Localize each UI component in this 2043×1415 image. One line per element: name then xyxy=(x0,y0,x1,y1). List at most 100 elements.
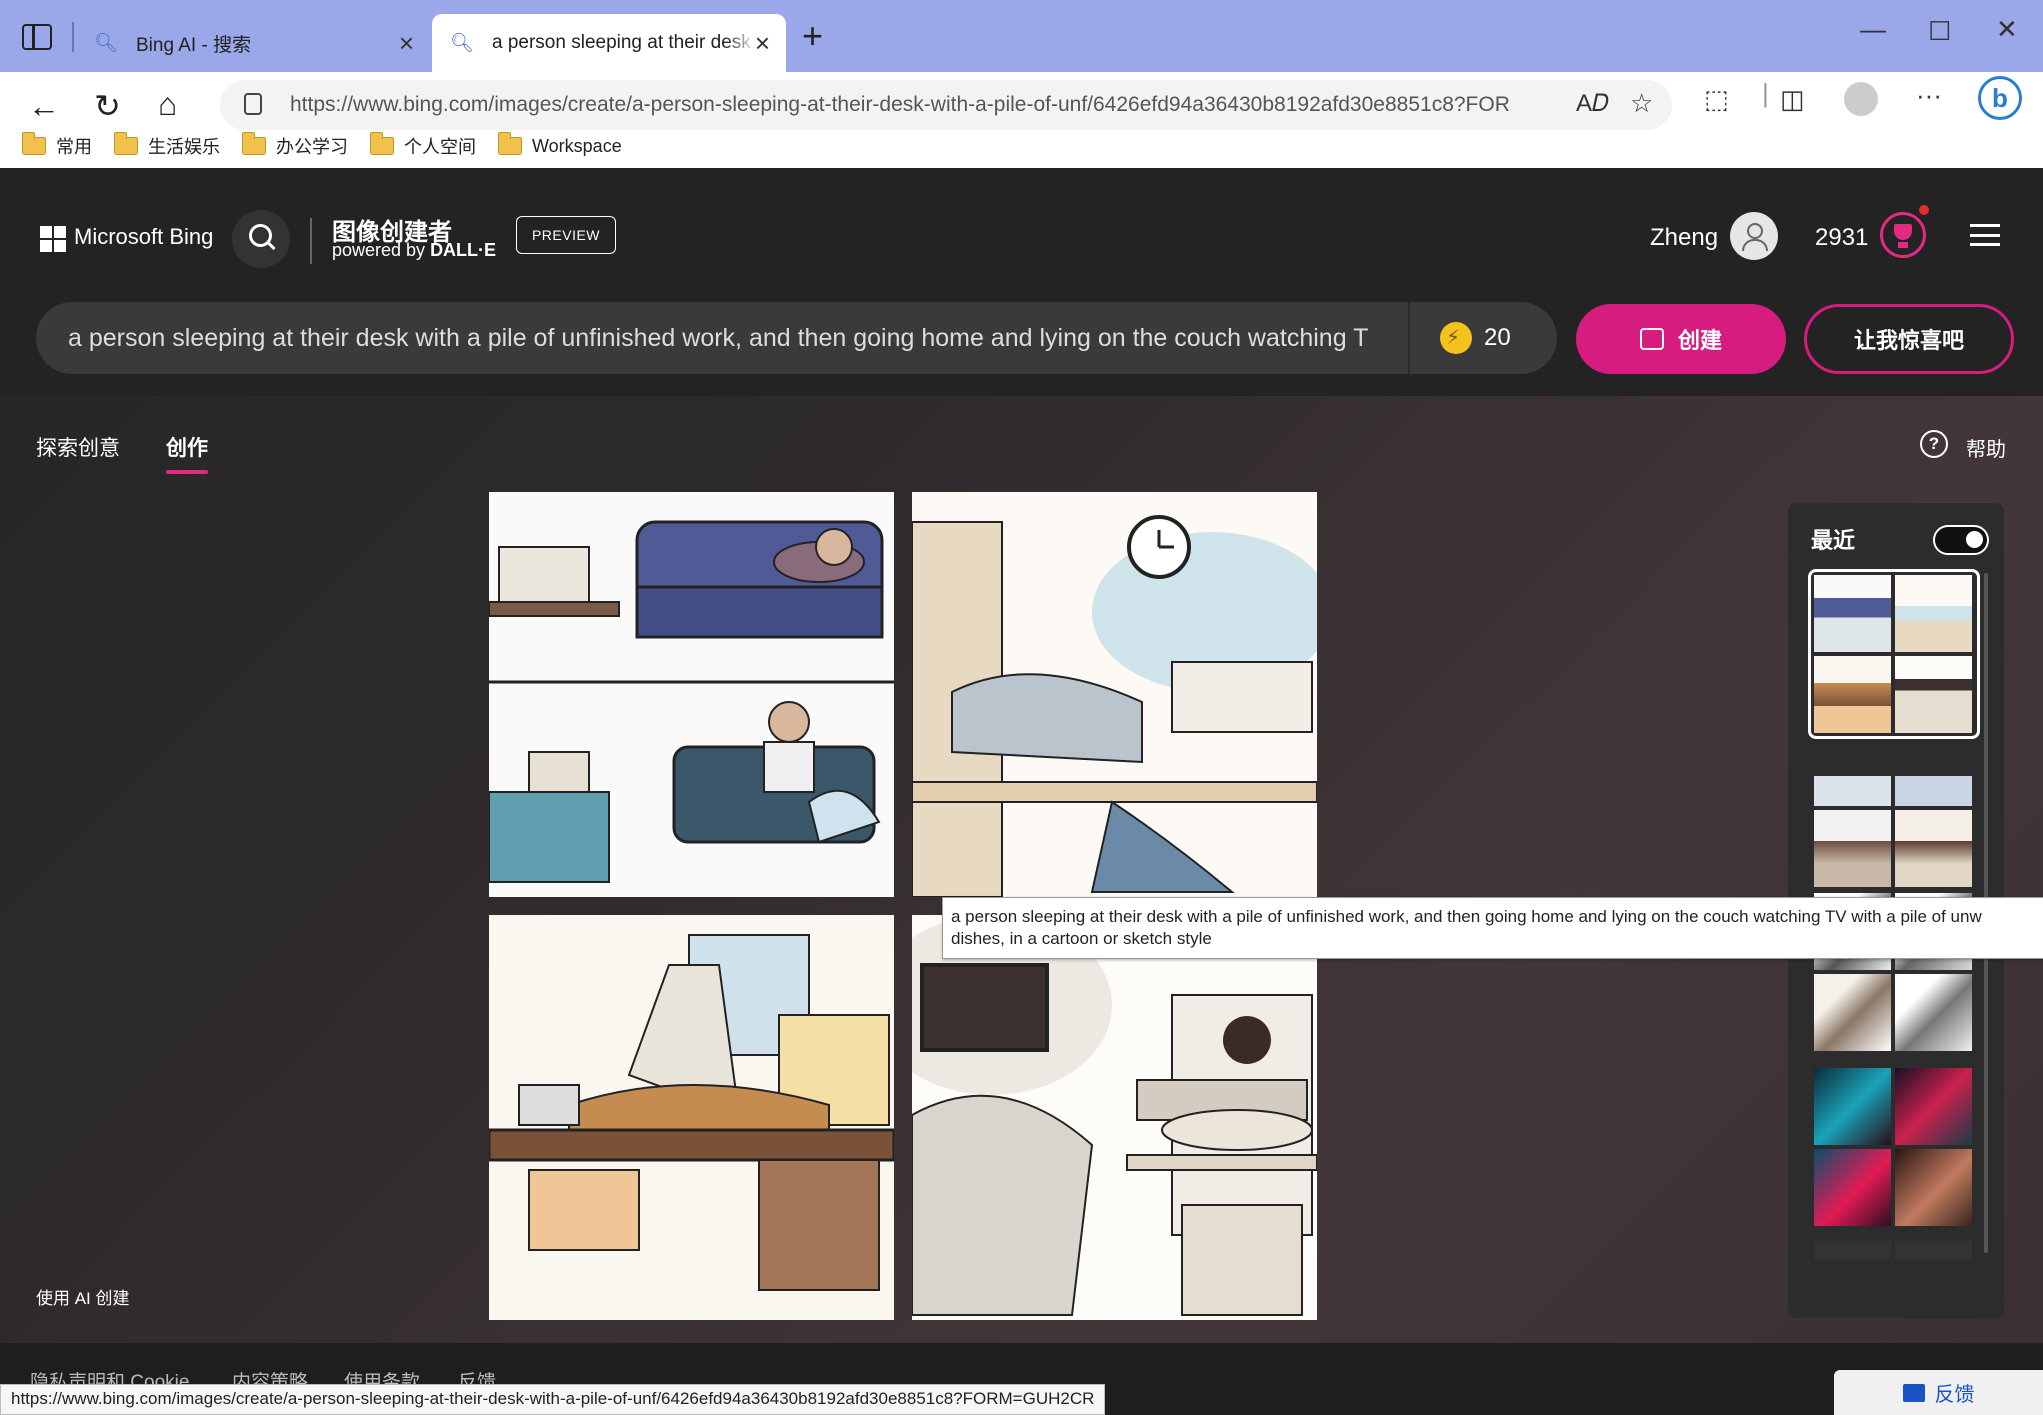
generated-image[interactable] xyxy=(489,492,894,897)
toolbar-divider: | xyxy=(1762,78,1769,108)
new-tab-button[interactable]: + xyxy=(802,16,823,56)
prompt-divider xyxy=(1408,302,1410,374)
split-screen-icon[interactable]: ◫ xyxy=(1780,84,1805,115)
boost-count: 20 xyxy=(1484,324,1511,351)
powered-by: powered by DALL·E xyxy=(332,240,496,261)
menu-icon[interactable] xyxy=(1970,224,2000,246)
minimize-icon[interactable]: — xyxy=(1860,14,1886,45)
url-text: https://www.bing.com/images/create/a-per… xyxy=(290,93,1510,116)
folder-icon xyxy=(113,132,138,155)
close-icon[interactable]: × xyxy=(755,30,770,56)
powered-prefix: powered by xyxy=(332,240,431,260)
tab-label: Bing AI - 搜索 xyxy=(136,34,252,56)
recent-thumbnail xyxy=(1895,656,1972,733)
generated-image[interactable] xyxy=(912,492,1317,897)
boost-icon xyxy=(1440,322,1472,354)
tooltip-line: a person sleeping at their desk with a p… xyxy=(951,907,1982,926)
recent-title: 最近 xyxy=(1811,528,1856,553)
recent-group-partial[interactable] xyxy=(1814,1241,1974,1259)
bing-header: Microsoft Bing 图像创建者 powered by DALL·E P… xyxy=(0,168,2043,396)
add-favorite-icon[interactable]: ☆ xyxy=(1630,88,1653,119)
folder-icon xyxy=(21,132,46,155)
tab-bing-ai[interactable]: 🔍︎ Bing AI - 搜索 × xyxy=(80,14,430,72)
folder-icon xyxy=(497,132,522,155)
tab-create[interactable]: 创作 xyxy=(166,432,208,462)
refresh-icon[interactable]: ↻ xyxy=(94,90,121,122)
tab-separator xyxy=(72,22,74,52)
back-icon[interactable]: ← xyxy=(28,90,60,122)
generated-image[interactable] xyxy=(912,915,1317,1320)
recent-group[interactable] xyxy=(1814,1068,1974,1226)
bookmarks-bar: 常用 生活娱乐 办公学习 个人空间 Workspace xyxy=(0,124,2043,168)
brand-name[interactable]: Microsoft Bing xyxy=(74,224,213,250)
image-desk-clock-sketch xyxy=(912,492,1317,897)
bookmark-folder[interactable]: 常用 xyxy=(21,132,92,159)
help-link[interactable]: 帮助 xyxy=(1966,433,2006,462)
preview-badge: PREVIEW xyxy=(516,216,616,254)
lock-icon xyxy=(244,93,262,115)
recent-thumbnail xyxy=(1895,1149,1972,1226)
search-icon[interactable] xyxy=(232,210,290,268)
more-options-icon[interactable]: ··· xyxy=(1916,80,1942,111)
recent-thumbnail xyxy=(1895,810,1972,887)
active-tab-indicator xyxy=(166,470,208,474)
folder-icon xyxy=(369,132,394,155)
close-icon[interactable]: × xyxy=(399,30,414,56)
bookmark-folder[interactable]: 办公学习 xyxy=(241,132,348,159)
recent-thumbnail xyxy=(1895,776,1972,806)
bookmark-label: Workspace xyxy=(532,135,622,156)
tab-image-create[interactable]: 🔍︎ a person sleeping at their desk w × xyxy=(432,14,786,72)
recent-thumbnail xyxy=(1895,1068,1972,1145)
close-window-icon[interactable]: ✕ xyxy=(1996,14,2018,45)
powered-name: DALL·E xyxy=(430,240,497,260)
recent-group[interactable] xyxy=(1814,776,1974,887)
bookmark-folder[interactable]: Workspace xyxy=(497,132,622,157)
trophy-icon[interactable] xyxy=(1880,212,1926,258)
bookmark-label: 办公学习 xyxy=(276,137,348,157)
rewards-points[interactable]: 2931 xyxy=(1815,224,1868,252)
prompt-text[interactable]: a person sleeping at their desk with a p… xyxy=(68,324,1368,353)
image-edit-icon xyxy=(1639,328,1664,350)
help-icon[interactable]: ? xyxy=(1920,430,1948,458)
folder-icon xyxy=(241,132,266,155)
tab-actions-icon[interactable] xyxy=(22,24,52,50)
header-divider xyxy=(310,218,312,264)
profile-avatar[interactable] xyxy=(1844,82,1878,116)
prompt-tooltip: a person sleeping at their desk with a p… xyxy=(942,897,2043,959)
feedback-button[interactable]: 反馈 xyxy=(1834,1370,2043,1415)
read-aloud-icon[interactable]: A𝐷 xyxy=(1576,90,1609,118)
bookmark-folder[interactable]: 个人空间 xyxy=(369,132,476,159)
avatar[interactable] xyxy=(1730,212,1778,260)
bookmark-label: 生活娱乐 xyxy=(148,137,220,157)
recent-toggle[interactable] xyxy=(1933,525,1989,555)
recent-thumbnail xyxy=(1814,974,1891,1051)
recent-thumbnail xyxy=(1814,575,1891,652)
tab-explore[interactable]: 探索创意 xyxy=(36,432,120,462)
address-bar[interactable]: https://www.bing.com/images/create/a-per… xyxy=(220,80,1672,130)
home-icon[interactable]: ⌂ xyxy=(158,88,177,120)
feedback-label: 反馈 xyxy=(1934,1384,1975,1406)
generated-image[interactable] xyxy=(489,915,894,1320)
maximize-icon[interactable]: ☐ xyxy=(1928,16,1951,47)
bookmark-label: 个人空间 xyxy=(404,137,476,157)
create-label: 创建 xyxy=(1677,328,1722,353)
image-sleeping-couch-sketch xyxy=(489,492,894,897)
surprise-me-button[interactable]: 让我惊喜吧 xyxy=(1804,304,2014,374)
extensions-icon[interactable]: ⬚ xyxy=(1704,84,1729,115)
prompt-input[interactable]: a person sleeping at their desk with a p… xyxy=(36,302,1557,374)
recent-thumbnail xyxy=(1895,974,1972,1051)
notification-dot xyxy=(1919,205,1929,215)
status-bar-url: https://www.bing.com/images/create/a-per… xyxy=(0,1384,1106,1415)
username[interactable]: Zheng xyxy=(1650,224,1718,252)
microsoft-logo-icon xyxy=(40,226,66,252)
recent-thumbnail xyxy=(1814,776,1891,806)
recent-thumbnail xyxy=(1814,810,1891,887)
feedback-icon xyxy=(1902,1383,1925,1402)
browser-tab-bar: 🔍︎ Bing AI - 搜索 × 🔍︎ a person sleeping a… xyxy=(0,0,2043,72)
recent-thumbnail xyxy=(1895,1241,1972,1259)
create-button[interactable]: 创建 xyxy=(1576,304,1786,374)
bookmark-folder[interactable]: 生活娱乐 xyxy=(113,132,220,159)
recent-group-current[interactable] xyxy=(1808,569,1980,739)
bing-chat-icon[interactable]: b xyxy=(1978,76,2022,120)
search-icon: 🔍︎ xyxy=(450,33,475,54)
